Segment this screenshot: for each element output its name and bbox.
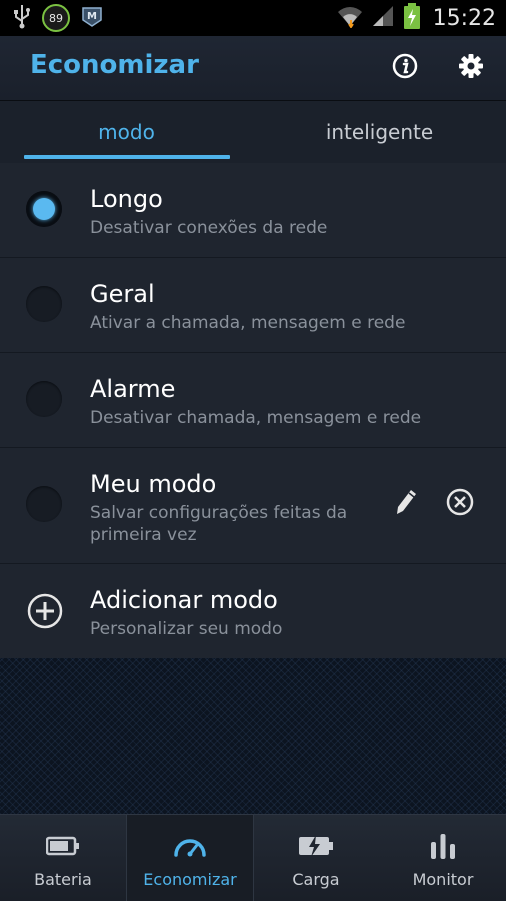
signal-icon — [371, 4, 395, 32]
background-pattern — [0, 658, 506, 814]
notification-count-badge: 89 — [42, 4, 70, 32]
nav-label: Economizar — [143, 870, 237, 889]
tab-modo[interactable]: modo — [0, 101, 253, 163]
nav-label: Bateria — [34, 870, 92, 889]
add-mode-subtitle: Personalizar seu modo — [90, 619, 283, 639]
nav-item-bateria[interactable]: Bateria — [0, 815, 126, 901]
speedometer-icon — [127, 829, 253, 863]
info-button[interactable] — [389, 52, 421, 84]
mode-title: Geral — [90, 280, 155, 308]
mode-subtitle: Desativar conexões da rede — [90, 218, 328, 238]
mode-subtitle: Ativar a chamada, mensagem e rede — [90, 313, 406, 333]
pencil-icon — [394, 487, 420, 521]
mode-title: Alarme — [90, 375, 176, 403]
usb-icon — [12, 3, 32, 33]
clock: 15:22 — [432, 5, 496, 31]
app-header: Economizar — [0, 36, 506, 101]
app-notification-icon: M — [80, 4, 104, 32]
bottom-navigation: Bateria Economizar Carga Monitor — [0, 814, 506, 901]
status-bar: 89 M 15:22 — [0, 0, 506, 36]
mode-subtitle: Desativar chamada, mensagem e rede — [90, 408, 422, 428]
mode-title: Longo — [90, 185, 163, 213]
svg-text:M: M — [87, 11, 97, 22]
add-mode-title: Adicionar modo — [90, 586, 278, 614]
radio-selected[interactable] — [26, 191, 62, 227]
settings-button[interactable] — [455, 52, 487, 84]
mode-subtitle-line1: Salvar configurações feitas da — [90, 503, 348, 523]
nav-item-monitor[interactable]: Monitor — [380, 815, 506, 901]
mode-tabs: modo inteligente — [0, 101, 506, 164]
delete-mode-button[interactable] — [444, 488, 476, 520]
tab-inteligente[interactable]: inteligente — [253, 101, 506, 163]
radio-unselected[interactable] — [26, 286, 62, 322]
mode-item-longo[interactable]: Longo Desativar conexões da rede — [0, 163, 506, 258]
mode-list: Longo Desativar conexões da rede Geral A… — [0, 163, 506, 658]
close-circle-icon — [445, 487, 475, 521]
bars-icon — [380, 829, 506, 863]
nav-item-carga[interactable]: Carga — [253, 815, 379, 901]
nav-label: Carga — [292, 870, 340, 889]
plus-circle-icon — [26, 592, 64, 634]
mode-title: Meu modo — [90, 470, 217, 498]
active-tab-indicator — [24, 155, 230, 159]
mode-subtitle-line2: primeira vez — [90, 525, 197, 545]
battery-charging-icon — [403, 2, 421, 34]
mode-item-geral[interactable]: Geral Ativar a chamada, mensagem e rede — [0, 258, 506, 353]
nav-label: Monitor — [412, 870, 474, 889]
nav-item-economizar[interactable]: Economizar — [126, 815, 254, 901]
info-icon — [391, 52, 419, 84]
gear-icon — [457, 52, 485, 84]
radio-unselected[interactable] — [26, 486, 62, 522]
charging-icon — [253, 829, 379, 863]
page-title: Economizar — [30, 50, 199, 80]
battery-icon — [0, 829, 126, 863]
add-mode-item[interactable]: Adicionar modo Personalizar seu modo — [0, 564, 506, 658]
wifi-icon — [337, 4, 363, 32]
mode-item-alarme[interactable]: Alarme Desativar chamada, mensagem e red… — [0, 353, 506, 448]
mode-item-meu-modo[interactable]: Meu modo Salvar configurações feitas da … — [0, 448, 506, 564]
edit-mode-button[interactable] — [391, 488, 423, 520]
radio-unselected[interactable] — [26, 381, 62, 417]
